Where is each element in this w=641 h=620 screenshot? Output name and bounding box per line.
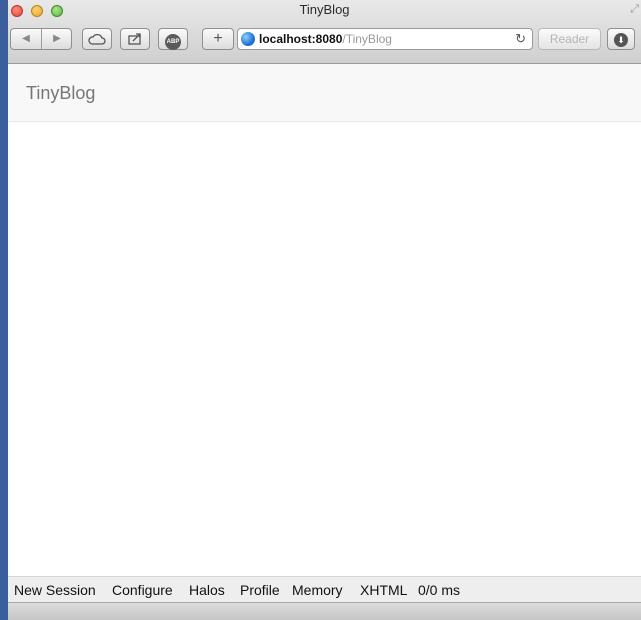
reload-icon[interactable]: ↻ bbox=[515, 31, 526, 47]
title-bar: TinyBlog ⤢ ◀ ▶ ABP + localhost:8080/Tiny… bbox=[8, 0, 641, 64]
page-content bbox=[8, 122, 641, 576]
status-bar bbox=[8, 602, 641, 620]
back-button[interactable]: ◀ bbox=[11, 29, 41, 49]
url-path: /TinyBlog bbox=[342, 32, 392, 46]
render-time-text: 0/0 ms bbox=[418, 582, 461, 598]
brand-link[interactable]: TinyBlog bbox=[26, 83, 95, 104]
adblock-icon: ABP bbox=[165, 34, 181, 50]
back-forward-buttons: ◀ ▶ bbox=[10, 28, 72, 50]
halos-link[interactable]: Halos bbox=[189, 582, 225, 598]
globe-icon bbox=[241, 32, 255, 46]
new-tab-button[interactable]: + bbox=[202, 28, 234, 50]
profile-link[interactable]: Profile bbox=[240, 582, 280, 598]
back-arrow-icon: ◀ bbox=[22, 33, 30, 44]
reader-button[interactable]: Reader bbox=[538, 28, 601, 50]
downloads-button[interactable]: ⬇ bbox=[607, 28, 635, 50]
adblock-button[interactable]: ABP bbox=[158, 28, 188, 50]
download-icon: ⬇ bbox=[614, 33, 628, 47]
xhtml-link[interactable]: XHTML bbox=[360, 582, 407, 598]
window-title: TinyBlog bbox=[299, 2, 350, 17]
new-session-link[interactable]: New Session bbox=[14, 582, 96, 598]
address-bar[interactable]: localhost:8080/TinyBlog ↻ bbox=[237, 28, 533, 50]
forward-button[interactable]: ▶ bbox=[42, 29, 72, 49]
icloud-tabs-button[interactable] bbox=[82, 28, 112, 50]
cloud-icon bbox=[88, 33, 106, 45]
navbar: TinyBlog bbox=[8, 64, 641, 122]
url-host: localhost:8080 bbox=[259, 32, 343, 46]
url-text: localhost:8080/TinyBlog bbox=[259, 32, 392, 46]
configure-link[interactable]: Configure bbox=[112, 582, 173, 598]
browser-window: TinyBlog ⤢ ◀ ▶ ABP + localhost:8080/Tiny… bbox=[8, 0, 641, 620]
dev-toolbar: New Session Configure Halos Profile Memo… bbox=[8, 576, 641, 602]
fullscreen-icon[interactable]: ⤢ bbox=[630, 3, 639, 16]
plus-icon: + bbox=[213, 30, 223, 47]
forward-arrow-icon: ▶ bbox=[53, 33, 61, 44]
memory-link[interactable]: Memory bbox=[292, 582, 343, 598]
share-button[interactable] bbox=[120, 28, 150, 50]
share-icon bbox=[128, 33, 141, 45]
